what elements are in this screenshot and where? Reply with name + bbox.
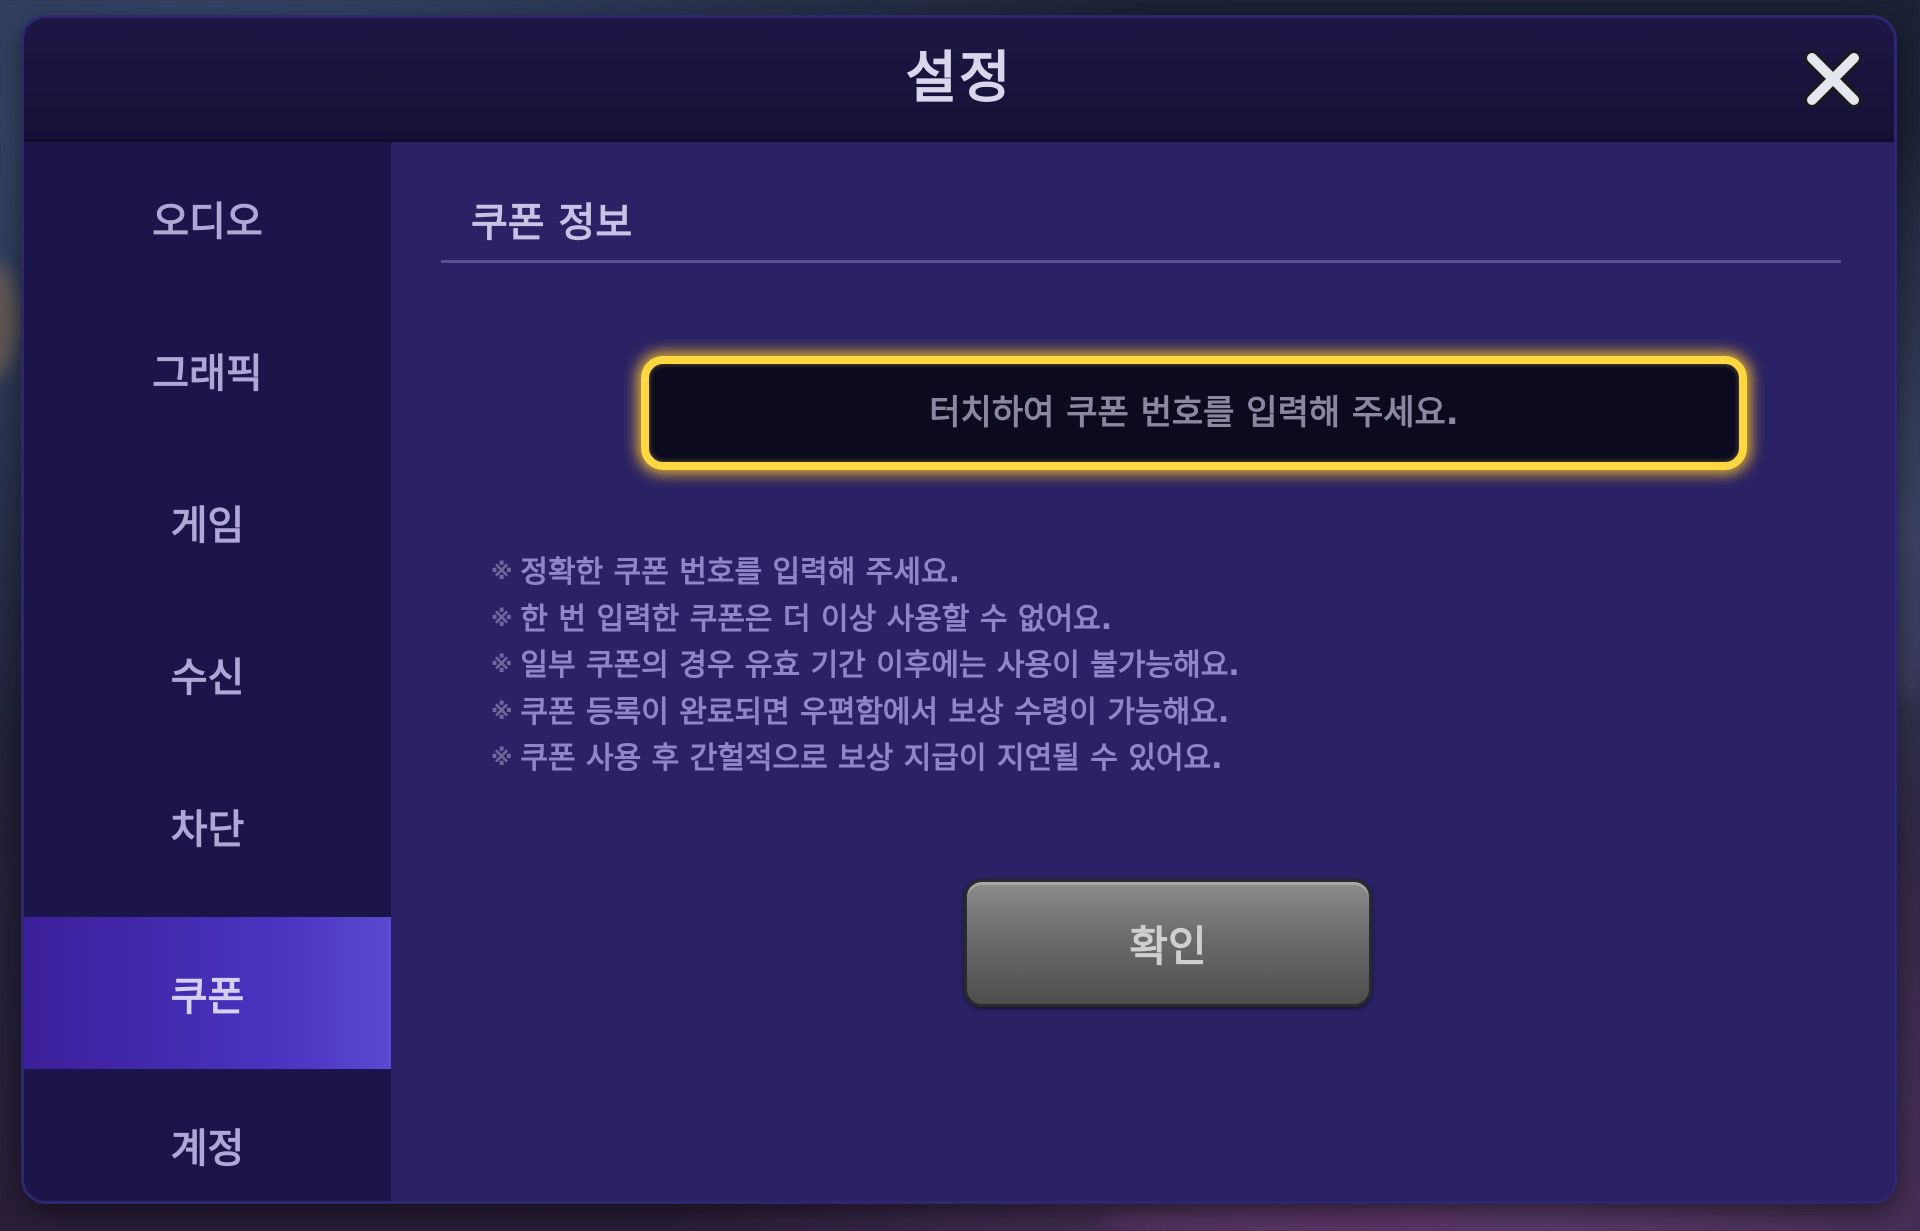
dialog-title: 설정 [905, 46, 1013, 111]
list-item: ※ 쿠폰 사용 후 간헐적으로 보상 지급이 지연될 수 있어요. [491, 736, 1240, 783]
note-mark: ※ [491, 560, 513, 586]
sidebar-item-audio[interactable]: 오디오 [24, 142, 391, 294]
sidebar-item-label: 계정 [170, 1126, 245, 1172]
sidebar-item-label: 그래픽 [152, 351, 263, 397]
coupon-notes: ※ 정확한 쿠폰 번호를 입력해 주세요. ※ 한 번 입력한 쿠폰은 더 이상 사… [491, 550, 1240, 783]
sidebar-item-receive[interactable]: 수신 [24, 598, 391, 750]
list-item: ※ 한 번 입력한 쿠폰은 더 이상 사용할 수 없어요. [491, 597, 1240, 644]
sidebar-item-game[interactable]: 게임 [24, 446, 391, 598]
settings-dialog: 설정 오디오 그래픽 게임 수신 차단 쿠폰 계정 쿠폰 정보 터치하여 쿠폰 … [24, 18, 1894, 1201]
close-icon [1804, 50, 1862, 108]
note-mark: ※ [491, 653, 513, 679]
dialog-titlebar: 설정 [24, 18, 1894, 142]
sidebar-item-label: 게임 [170, 503, 245, 549]
section-title: 쿠폰 정보 [471, 200, 633, 246]
note-text: 정확한 쿠폰 번호를 입력해 주세요. [520, 555, 960, 590]
coupon-panel: 쿠폰 정보 ※ 정확한 쿠폰 번호를 입력해 주세요. ※ 한 번 입력한 쿠폰은 … [391, 142, 1894, 1201]
settings-sidebar: 오디오 그래픽 게임 수신 차단 쿠폰 계정 [24, 142, 391, 1201]
sidebar-item-block[interactable]: 차단 [24, 750, 391, 902]
sidebar-item-account[interactable]: 계정 [24, 1069, 391, 1201]
coupon-code-input[interactable] [641, 356, 1747, 470]
note-mark: ※ [491, 746, 513, 772]
sidebar-item-coupon[interactable]: 쿠폰 [24, 917, 391, 1069]
note-text: 한 번 입력한 쿠폰은 더 이상 사용할 수 없어요. [520, 601, 1113, 637]
confirm-button[interactable]: 확인 [964, 879, 1372, 1007]
note-text: 일부 쿠폰의 경우 유효 기간 이후에는 사용이 불가능해요. [520, 648, 1240, 683]
note-text: 쿠폰 등록이 완료되면 우편함에서 보상 수령이 가능해요. [520, 694, 1230, 730]
close-button[interactable] [1802, 48, 1864, 110]
list-item: ※ 쿠폰 등록이 완료되면 우편함에서 보상 수령이 가능해요. [491, 690, 1240, 737]
background-glow [1100, 1200, 1500, 1231]
section-divider [441, 260, 1841, 263]
note-mark: ※ [491, 606, 513, 632]
list-item: ※ 정확한 쿠폰 번호를 입력해 주세요. [491, 550, 1240, 597]
confirm-button-label: 확인 [1129, 921, 1207, 971]
sidebar-item-graphics[interactable]: 그래픽 [24, 294, 391, 446]
sidebar-item-label: 오디오 [152, 199, 263, 245]
note-text: 쿠폰 사용 후 간헐적으로 보상 지급이 지연될 수 있어요. [520, 741, 1223, 776]
background-glow [0, 260, 20, 380]
sidebar-item-label: 쿠폰 [170, 974, 245, 1020]
sidebar-item-label: 차단 [170, 807, 245, 853]
sidebar-item-label: 수신 [170, 655, 245, 701]
list-item: ※ 일부 쿠폰의 경우 유효 기간 이후에는 사용이 불가능해요. [491, 643, 1240, 690]
note-mark: ※ [491, 699, 513, 725]
